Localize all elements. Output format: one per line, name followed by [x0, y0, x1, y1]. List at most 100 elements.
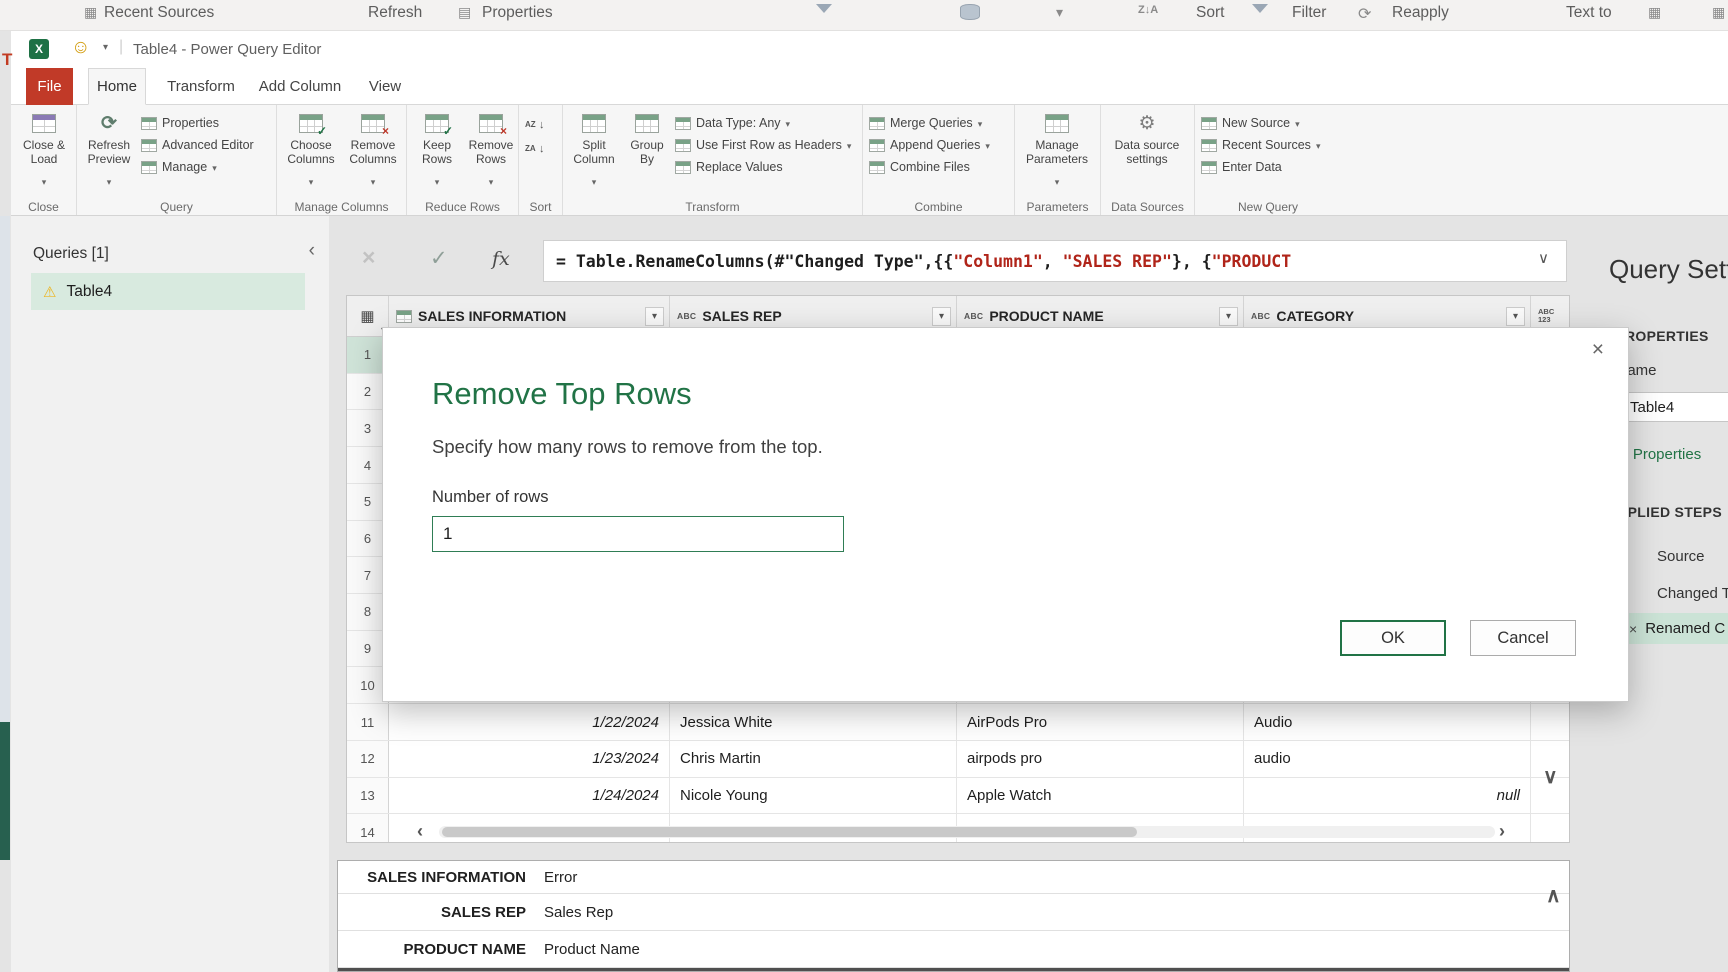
group-label-combine: Combine	[863, 200, 1014, 214]
table-cell[interactable]: Audio	[1244, 704, 1531, 740]
scroll-left-arrow-icon[interactable]: ‹	[417, 821, 423, 842]
tab-file[interactable]: File	[26, 68, 73, 105]
table-cell[interactable]: null	[1244, 778, 1531, 814]
replace-values-button[interactable]: Replace Values	[675, 160, 851, 174]
ribbon-group-sort: AZ ↓ ZA ↓ Sort	[519, 105, 563, 215]
dropdown-caret-icon	[978, 116, 983, 130]
table-cell[interactable]: Jessica White	[670, 704, 957, 740]
group-label-manage-columns: Manage Columns	[277, 200, 406, 214]
scrollbar-thumb[interactable]	[442, 827, 1137, 837]
formula-commit-icon[interactable]: ✓	[430, 246, 448, 271]
ribbon-group-combine: Merge Queries Append Queries Combine Fil…	[863, 105, 1015, 215]
dropdown-caret-icon	[847, 138, 852, 152]
table-cell[interactable]: 1/23/2024	[389, 741, 670, 777]
tab-home[interactable]: Home	[88, 68, 146, 105]
enter-data-button[interactable]: Enter Data	[1201, 160, 1320, 174]
dialog-close-icon[interactable]: ×	[1592, 338, 1604, 362]
bg-properties[interactable]: Properties	[482, 4, 553, 22]
table-cell[interactable]: 1/24/2024	[389, 778, 670, 814]
all-properties-link[interactable]: ll Properties	[1622, 446, 1701, 463]
collapse-panel-icon[interactable]: ‹	[309, 240, 315, 262]
step-changed-type[interactable]: Changed Ty	[1657, 585, 1728, 602]
bg-recent-sources[interactable]: Recent Sources	[104, 4, 214, 22]
filter-button[interactable]	[1219, 307, 1238, 326]
delete-step-icon[interactable]: ×	[1629, 621, 1637, 637]
dropdown-caret-icon	[309, 172, 314, 190]
use-first-row-as-headers-button[interactable]: Use First Row as Headers	[675, 138, 851, 152]
enter-data-icon	[1201, 161, 1217, 174]
warning-icon: ⚠	[43, 283, 56, 301]
table-cell[interactable]: airpods pro	[957, 741, 1244, 777]
tab-transform[interactable]: Transform	[163, 68, 239, 105]
table-cell[interactable]	[1531, 814, 1569, 842]
preview-field-value: Product Name	[535, 931, 640, 967]
filter-button[interactable]	[645, 307, 664, 326]
formula-fx-icon: fx	[492, 248, 510, 270]
formula-cancel-icon[interactable]: ×	[362, 244, 375, 271]
chevron-down-icon: ▾	[1056, 4, 1063, 21]
scroll-up-chevron-icon[interactable]: ∧	[1546, 883, 1561, 908]
tab-view[interactable]: View	[360, 68, 410, 105]
quick-access-caret-icon[interactable]: ▾	[103, 42, 108, 53]
formula-expand-caret-icon[interactable]: ∨	[1538, 249, 1549, 267]
combine-files-button[interactable]: Combine Files	[869, 160, 990, 174]
manage-parameters-button[interactable]: Manage Parameters	[1021, 111, 1093, 190]
ok-button[interactable]: OK	[1340, 620, 1446, 656]
manage-button[interactable]: Manage	[141, 160, 254, 174]
replace-values-icon	[675, 161, 691, 174]
remove-rows-button[interactable]: Remove Rows	[467, 111, 515, 190]
number-of-rows-input[interactable]	[432, 516, 844, 552]
scroll-down-chevron-icon[interactable]: ∨	[1543, 764, 1558, 789]
bg-text-to[interactable]: Text to	[1566, 4, 1612, 22]
data-source-settings-button[interactable]: ⚙ Data source settings	[1107, 111, 1187, 167]
table-cell[interactable]	[1531, 704, 1569, 740]
advanced-editor-button[interactable]: Advanced Editor	[141, 138, 254, 152]
query-name-input[interactable]: Table4	[1620, 392, 1728, 422]
properties-button[interactable]: Properties	[141, 116, 254, 130]
bg-filter[interactable]: Filter	[1292, 4, 1326, 22]
filter-button[interactable]	[932, 307, 951, 326]
keep-rows-button[interactable]: Keep Rows	[413, 111, 461, 190]
table-cell[interactable]: AirPods Pro	[957, 704, 1244, 740]
close-and-load-button[interactable]: Close & Load	[17, 111, 71, 190]
query-list-item[interactable]: ⚠ Table4	[31, 273, 305, 310]
step-source[interactable]: Source	[1657, 548, 1705, 565]
split-column-button[interactable]: Split Column	[569, 111, 619, 190]
sort-ascending-button[interactable]: AZ ↓	[525, 119, 545, 131]
step-renamed-columns-selected[interactable]: × Renamed C	[1621, 613, 1728, 644]
append-queries-button[interactable]: Append Queries	[869, 138, 990, 152]
sort-descending-button[interactable]: ZA ↓	[525, 143, 545, 155]
scroll-right-arrow-icon[interactable]: ›	[1499, 821, 1505, 842]
preview-field-label: PRODUCT NAME	[338, 931, 535, 967]
cancel-button[interactable]: Cancel	[1470, 620, 1576, 656]
row-number[interactable]: 13	[347, 778, 389, 814]
bg-sort[interactable]: Sort	[1196, 4, 1224, 22]
data-type-label: Data Type: Any	[696, 116, 781, 130]
remove-rows-label: Remove Rows	[467, 138, 515, 167]
table-cell[interactable]: Apple Watch	[957, 778, 1244, 814]
group-by-button[interactable]: Group By	[625, 111, 669, 167]
table-cell[interactable]: 1/22/2024	[389, 704, 670, 740]
filter-button[interactable]	[1506, 307, 1525, 326]
refresh-preview-button[interactable]: ⟳ Refresh Preview	[83, 111, 135, 190]
table-cell[interactable]: audio	[1244, 741, 1531, 777]
choose-columns-button[interactable]: Choose Columns	[283, 111, 339, 190]
table-cell[interactable]: Nicole Young	[670, 778, 957, 814]
merge-queries-button[interactable]: Merge Queries	[869, 116, 990, 130]
remove-columns-button[interactable]: Remove Columns	[345, 111, 401, 190]
row-number[interactable]: 11	[347, 704, 389, 740]
table-cell[interactable]: Chris Martin	[670, 741, 957, 777]
tab-add-column[interactable]: Add Column	[253, 68, 347, 105]
row-number[interactable]: 12	[347, 741, 389, 777]
bg-reapply[interactable]: Reapply	[1392, 4, 1449, 22]
new-source-button[interactable]: New Source	[1201, 116, 1320, 130]
bg-refresh[interactable]: Refresh	[368, 4, 422, 22]
row-number[interactable]: 14	[347, 814, 389, 842]
formula-input[interactable]: = Table.RenameColumns(#"Changed Type",{{…	[543, 240, 1567, 282]
recent-sources-button[interactable]: Recent Sources	[1201, 138, 1320, 152]
data-type-button[interactable]: Data Type: Any	[675, 116, 851, 130]
feedback-smiley-icon[interactable]: ☺	[71, 37, 90, 59]
reapply-icon: ⟳	[1358, 4, 1371, 24]
titlebar: X ☺ ▾ | Table4 - Power Query Editor	[11, 31, 1728, 68]
horizontal-scrollbar[interactable]	[439, 826, 1495, 838]
